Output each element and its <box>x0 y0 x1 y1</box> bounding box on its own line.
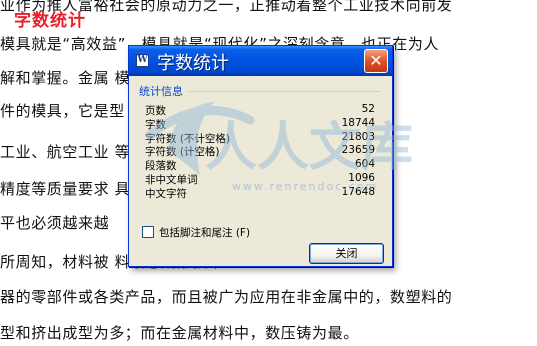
doc-line: 平也必须越来越 <box>0 214 110 232</box>
stat-label: 段落数 <box>145 160 177 173</box>
page-title: 字数统计 <box>14 11 86 31</box>
stat-label: 字符数 (不计空格) <box>145 132 231 145</box>
stat-row-paragraphs: 段落数 604 <box>145 158 375 172</box>
dialog-title: 字数统计 <box>157 53 229 74</box>
dialog-titlebar[interactable]: W 字数统计 ✕ <box>129 46 392 76</box>
stat-value: 604 <box>354 158 375 171</box>
doc-line: 器的零部件或各类产品，而且被广为应用在非金属中的，数塑料的 <box>0 288 453 306</box>
include-footnotes-label[interactable]: 包括脚注和尾注 (F) <box>159 225 250 240</box>
stat-value: 23659 <box>341 144 375 157</box>
stat-label: 中文字符 <box>145 187 187 200</box>
stat-value: 1096 <box>348 171 375 184</box>
stat-row-non-chinese-words: 非中文单词 1096 <box>145 172 375 186</box>
group-divider <box>189 91 380 92</box>
statistics-list: 页数 52 字数 18744 字符数 (不计空格) 21803 字符数 (计空格… <box>145 103 375 200</box>
close-icon[interactable]: ✕ <box>364 49 388 73</box>
stat-row-pages: 页数 52 <box>145 103 375 117</box>
stat-row-chars-no-spaces: 字符数 (不计空格) 21803 <box>145 131 375 145</box>
stat-value: 21803 <box>341 130 375 143</box>
statistics-group-label: 统计信息 <box>139 85 183 98</box>
word-count-dialog: W 字数统计 ✕ 统计信息 页数 52 字数 18744 字符数 (不计空格) … <box>128 45 393 267</box>
stat-value: 17648 <box>341 185 375 198</box>
stat-row-chars-with-spaces: 字符数 (计空格) 23659 <box>145 144 375 158</box>
word-app-icon: W <box>136 54 149 67</box>
stat-value: 52 <box>361 103 375 115</box>
stat-label: 字数 <box>145 118 166 131</box>
close-button[interactable]: 关闭 <box>309 243 384 264</box>
include-footnotes-checkbox[interactable] <box>142 226 154 238</box>
stat-label: 非中文单词 <box>145 173 198 186</box>
stat-row-chinese-chars: 中文字符 17648 <box>145 186 375 200</box>
doc-line: 型和挤出成型为多；而在金属材料中，数压铸为最。 <box>0 324 359 342</box>
stat-row-words: 字数 18744 <box>145 117 375 131</box>
stat-label: 字符数 (计空格) <box>145 146 220 159</box>
stat-label: 页数 <box>145 105 166 117</box>
stat-value: 18744 <box>341 116 375 129</box>
